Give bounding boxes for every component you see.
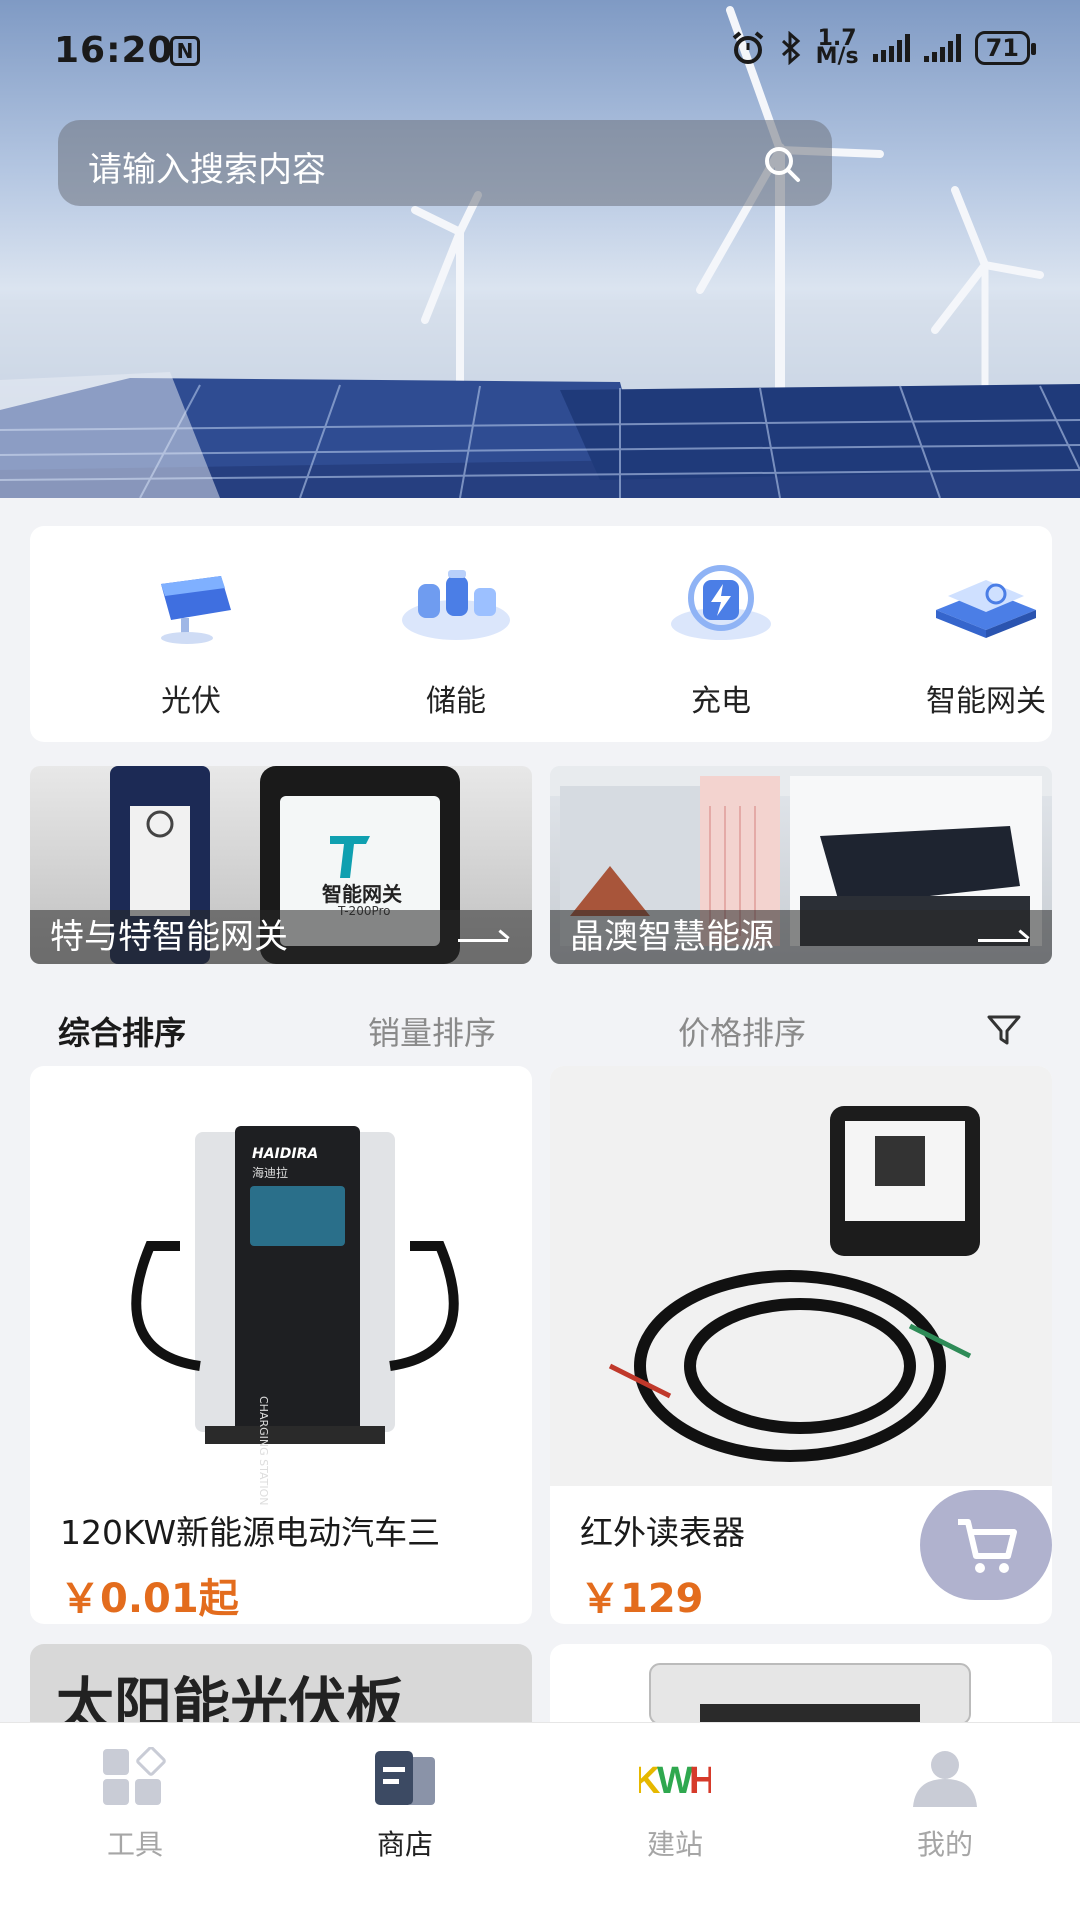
filter-icon[interactable] [986, 1012, 1022, 1048]
nav-tools[interactable]: 工具 [55, 1746, 215, 1863]
product-price: ￥129 [580, 1576, 704, 1622]
category-charging[interactable]: 充电 [621, 554, 821, 720]
category-solar[interactable]: 光伏 [91, 554, 291, 720]
tools-grid-icon [103, 1746, 166, 1805]
charging-icon [671, 565, 771, 640]
meter-image [649, 1663, 971, 1724]
svg-text:H: H [689, 1760, 711, 1802]
nav-label: 商店 [376, 1828, 433, 1861]
sort-price[interactable]: 价格排序 [678, 1008, 806, 1054]
nav-label: 我的 [916, 1828, 973, 1861]
network-speed: 1.7 M/s [815, 28, 859, 69]
sort-comprehensive[interactable]: 综合排序 [58, 1008, 186, 1054]
category-storage[interactable]: 储能 [356, 554, 556, 720]
nav-build-station[interactable]: K W H 建站 [595, 1747, 755, 1863]
nav-store[interactable]: 商店 [325, 1747, 485, 1863]
nfc-icon: N [170, 36, 200, 66]
profile-icon [913, 1751, 977, 1807]
banner-caption: 特与特智能网关 [30, 910, 532, 964]
alarm-icon [732, 31, 763, 64]
signal-2-icon [923, 34, 961, 62]
station-brand-cn: 海迪拉 [252, 1166, 289, 1180]
product-name: 120KW新能源电动汽车三 [60, 1513, 441, 1552]
sort-sales[interactable]: 销量排序 [368, 1008, 496, 1054]
battery-indicator: 71 [974, 31, 1037, 65]
product-card-partial[interactable]: 太阳能光伏板 [30, 1644, 532, 1724]
solar-panel-icon [161, 576, 231, 644]
store-icon [375, 1751, 435, 1805]
cart-icon [958, 1519, 1017, 1573]
cart-button[interactable] [920, 1490, 1052, 1600]
category-label: 光伏 [161, 684, 221, 719]
product-card[interactable]: HAIDIRA 海迪拉 CHARGING STATION 120KW新能源电动汽… [30, 1066, 532, 1624]
search-placeholder: 请输入搜索内容 [88, 150, 326, 190]
category-label: 储能 [426, 684, 486, 719]
bottom-nav: 工具 商店 K W H 建站 我的 [0, 1722, 1080, 1920]
search-bar[interactable]: 请输入搜索内容 [58, 120, 832, 206]
energy-storage-icon [402, 570, 510, 640]
signal-1-icon [872, 34, 910, 62]
search-icon[interactable] [762, 144, 802, 184]
nav-label: 建站 [646, 1828, 703, 1861]
banner-smart-gateway[interactable]: 智能网关 T-200Pro 特与特智能网关 [30, 766, 532, 964]
gateway-screen-title: 智能网关 [322, 882, 402, 906]
arrow-right-icon [458, 939, 508, 942]
category-label: 充电 [691, 684, 751, 719]
category-label: 智能网关 [926, 684, 1046, 719]
category-card: 光伏 储能 充电 智能网关 [30, 526, 1052, 742]
speed-unit: M/s [815, 44, 859, 69]
status-time: 16:20 [54, 30, 174, 71]
product-price: ￥0.01起 [60, 1576, 239, 1622]
product-card-partial[interactable] [550, 1644, 1052, 1724]
svg-text:W: W [657, 1760, 693, 1802]
smart-gateway-icon [936, 580, 1036, 638]
station-label: CHARGING STATION [257, 1396, 270, 1506]
banner-caption: 晶澳智慧能源 [550, 910, 1052, 964]
product-overlay-text: 太阳能光伏板 [56, 1671, 405, 1724]
nav-profile[interactable]: 我的 [865, 1747, 1025, 1863]
charging-station-image [131, 1126, 459, 1444]
infrared-reader-image [550, 1066, 1052, 1486]
nav-label: 工具 [106, 1828, 163, 1861]
banner-ja-solar[interactable]: 晶澳智慧能源 [550, 766, 1052, 964]
arrow-right-icon [978, 939, 1028, 942]
kwh-logo-icon: K W H [633, 1760, 716, 1802]
station-brand: HAIDIRA [252, 1146, 319, 1162]
category-gateway[interactable]: 智能网关 [886, 554, 1080, 720]
status-bar: 16:20 N 1.7 M/s 71 [0, 0, 1080, 100]
bluetooth-icon [781, 31, 800, 65]
